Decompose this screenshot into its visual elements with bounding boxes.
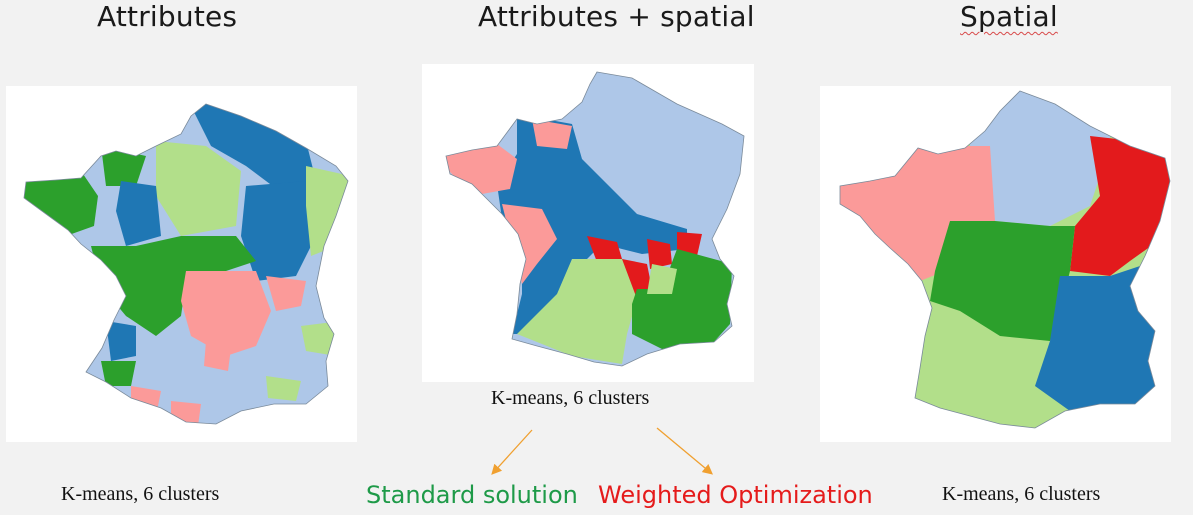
weighted-optimization-label: Weighted Optimization	[598, 481, 873, 509]
arrow-to-weighted	[656, 427, 713, 475]
arrow-to-standard	[491, 429, 533, 475]
standard-solution-label: Standard solution	[366, 481, 578, 509]
arrows	[491, 427, 713, 475]
